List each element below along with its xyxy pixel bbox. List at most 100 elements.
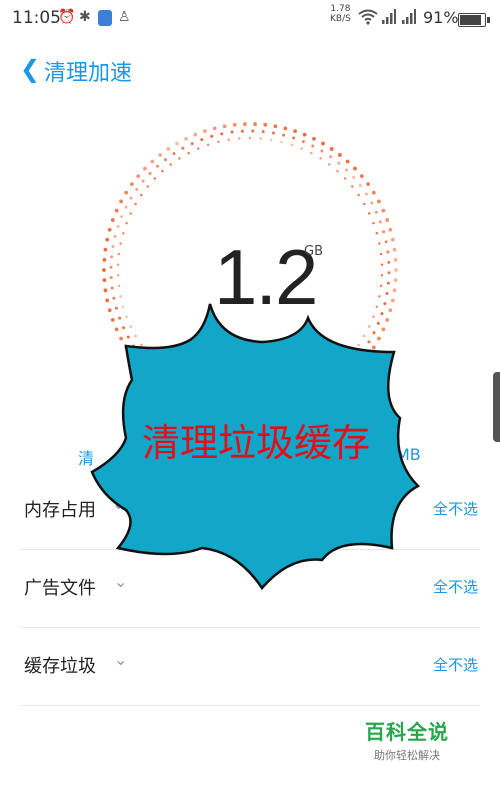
alarm-icon: ⏰ <box>58 9 76 25</box>
dial-dot <box>263 122 268 127</box>
deselect-all-button[interactable]: 全不选 <box>433 498 478 519</box>
dial-dot <box>259 137 262 140</box>
dial-dot <box>312 399 316 404</box>
dial-dot <box>146 352 149 355</box>
dial-dot <box>390 298 395 303</box>
dial-dot <box>112 296 116 300</box>
dial-dot <box>124 190 129 195</box>
dial-dot <box>164 158 168 162</box>
bluetooth-icon: ✱ <box>79 9 91 25</box>
dial-dot <box>390 237 395 242</box>
page-title: 清理加速 <box>44 61 133 86</box>
storage-value: 1.2 <box>214 233 318 321</box>
dial-dot <box>310 151 313 155</box>
dial-dot <box>109 276 113 280</box>
list-item-memory[interactable]: 内存占用 ⌄ 全不选 <box>0 472 500 548</box>
dial-dot <box>141 179 145 183</box>
dial-dot <box>129 353 134 358</box>
dial-dot <box>184 136 188 141</box>
watermark: 百科全说 助你轻松解决 <box>365 716 449 763</box>
list-item-label: 缓存垃圾 <box>24 656 96 677</box>
deselect-all-button[interactable]: 全不选 <box>433 654 478 675</box>
dial-dot <box>374 210 378 214</box>
dial-dot <box>393 257 398 262</box>
dial-dot <box>353 369 357 374</box>
dial-dot <box>337 161 341 165</box>
dial-dot <box>345 376 350 381</box>
dial-dot <box>111 245 115 249</box>
dial-dot <box>377 199 381 204</box>
dial-dot <box>117 284 121 288</box>
dial-dot <box>361 349 365 353</box>
dial-dot <box>140 193 143 197</box>
dial-dot <box>240 129 244 133</box>
dial-dot <box>110 218 115 222</box>
dial-dot <box>312 136 316 141</box>
dial-dot <box>321 394 325 399</box>
dial-dot <box>143 369 147 374</box>
dial-dot <box>167 381 171 385</box>
dial-dot <box>150 159 155 164</box>
dial-dot <box>381 327 386 332</box>
dial-dot <box>107 308 112 313</box>
dial-dot <box>364 192 368 196</box>
dial-dot <box>114 327 119 332</box>
dial-dot <box>280 140 283 144</box>
dial-dot <box>377 336 381 341</box>
dial-dot <box>124 345 129 350</box>
dial-dot <box>116 263 120 266</box>
dial-dot <box>102 268 106 272</box>
dial-dot <box>200 138 204 142</box>
chevron-down-icon[interactable]: ⌄ <box>112 494 125 513</box>
dial-dot <box>105 237 110 242</box>
dial-dot <box>166 147 171 151</box>
dial-dot <box>125 222 128 225</box>
dial-dot <box>293 129 298 134</box>
dial-dot <box>129 325 132 328</box>
list-item-cache-junk[interactable]: 缓存垃圾 ⌄ 全不选 <box>0 628 500 704</box>
dial-dot <box>368 212 371 215</box>
dial-dot <box>384 240 388 244</box>
deselect-all-button[interactable]: 全不选 <box>433 576 478 597</box>
dial-dot <box>129 212 132 215</box>
dial-dot <box>143 166 147 171</box>
edge-handle[interactable] <box>493 372 500 442</box>
dial-dot <box>320 149 324 153</box>
dial-dot <box>251 129 255 133</box>
dial-dot <box>140 343 143 347</box>
list-item-ad-files[interactable]: 广告文件 ⌄ 全不选 <box>0 550 500 626</box>
chevron-down-icon[interactable]: ⌄ <box>114 650 127 669</box>
dial-dot <box>388 227 393 232</box>
dial-dot <box>385 318 390 322</box>
dial-dot <box>329 389 334 393</box>
dial-dot <box>197 147 200 150</box>
status-bar: 11:05 ⏰ ✱ ♙ 1.78 KB/S 91% <box>0 0 500 36</box>
dial-dot <box>146 185 149 188</box>
dial-dot <box>376 321 380 325</box>
dial-dot <box>175 394 179 399</box>
dial-dot <box>238 137 241 140</box>
back-icon[interactable]: ❮ <box>20 55 40 83</box>
dial-dot <box>129 182 134 187</box>
dial-dot <box>138 352 142 356</box>
dial-dot <box>158 383 163 387</box>
dial-dot <box>105 298 110 303</box>
dial-dot <box>248 136 252 140</box>
dial-dot <box>212 126 217 131</box>
dial-dot <box>113 234 117 238</box>
dial-dot <box>301 140 305 144</box>
dial-dot <box>187 151 190 155</box>
dial-dot <box>336 367 339 370</box>
dial-dot <box>282 133 286 137</box>
dial-dot <box>329 147 334 151</box>
dial-dot <box>134 202 137 206</box>
dial-dot <box>135 187 139 191</box>
dial-dot <box>151 368 155 372</box>
dial-dot <box>337 153 342 157</box>
dial-dot <box>355 357 359 361</box>
dial-dot <box>222 124 227 129</box>
dial-dot <box>378 242 381 245</box>
dial-dot <box>343 177 347 180</box>
dial-dot <box>230 130 234 134</box>
chevron-down-icon[interactable]: ⌄ <box>114 572 127 591</box>
